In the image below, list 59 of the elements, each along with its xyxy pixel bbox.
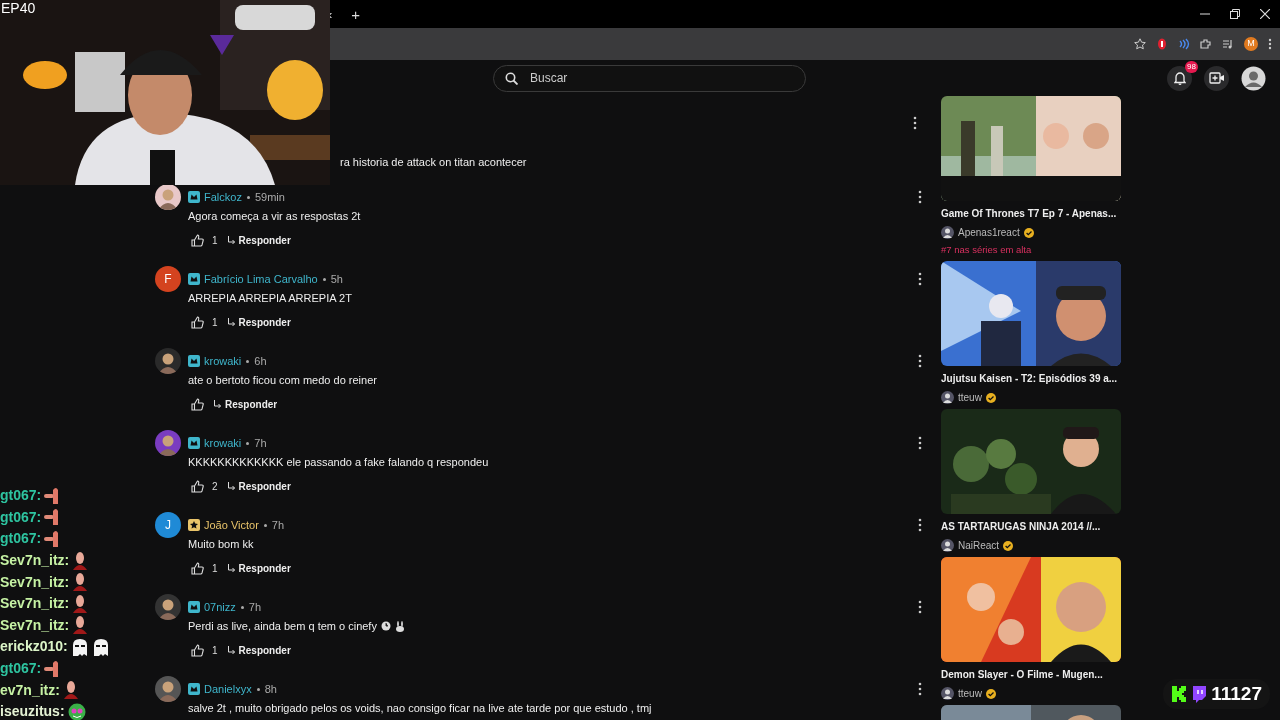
reply-button[interactable]: Responder [226, 479, 291, 494]
comment-time: 7h [271, 517, 285, 533]
chat-username: Sev7n_itz: [0, 615, 70, 635]
user-avatar: J [155, 512, 181, 538]
comment-text: ARREPIA ARREPIA ARREPIA 2T [188, 291, 352, 306]
viewer-count: 11127 [1211, 682, 1262, 706]
comment-time: 8h [264, 681, 277, 697]
comment-text: Muito bom kk [188, 537, 254, 552]
chat-username: Sev7n_itz: [0, 572, 70, 592]
like-count: 1 [212, 562, 218, 576]
user-avatar: F [155, 266, 181, 292]
chat-username: Sev7n_itz: [0, 594, 70, 614]
comment-time: 6h [254, 353, 267, 369]
comment-text: ate o bertoto ficou com medo do reiner [188, 373, 377, 388]
comment-time: 59min [254, 189, 285, 205]
username[interactable]: 07nizz [204, 598, 236, 616]
reply-button[interactable]: Responder [226, 643, 291, 658]
chat-username: Sev7n_itz: [0, 551, 70, 571]
chat-username: gt067: [0, 486, 42, 506]
video-title[interactable]: Demon Slayer - O Filme - Mugen... [941, 667, 1121, 683]
username[interactable]: Fabrício Lima Carvalho [204, 270, 318, 288]
like-count: 1 [212, 316, 218, 330]
like-count: 1 [212, 644, 218, 658]
username[interactable]: krowaki [204, 352, 242, 370]
channel-name[interactable]: tteuw [958, 686, 982, 702]
comment-text: salve 2t , muito obrigado pelos os voids, nao consigo ficar na live ate tarde por que estudo , tmj [188, 701, 652, 716]
like-count: 1 [212, 234, 218, 248]
chat-username: erickz010: [0, 637, 68, 657]
chat-username: gt067: [0, 507, 42, 527]
comment-time: 7h [254, 435, 267, 451]
video-title[interactable]: Jujutsu Kaisen - T2: Episódios 39 a... [941, 371, 1121, 387]
comment-time: 7h [248, 599, 262, 615]
like-count: 2 [212, 480, 218, 494]
video-title[interactable]: Game Of Thrones T7 Ep 7 - Apenas... [941, 206, 1121, 221]
channel-name[interactable]: NaiReact [958, 538, 1000, 554]
trending-label[interactable]: #7 nas séries em alta [941, 243, 1121, 258]
comment-text: ra historia de attack on titan acontecer [340, 154, 528, 170]
reply-button[interactable]: Responder [213, 397, 278, 412]
reply-button[interactable]: Responder [226, 315, 291, 330]
chat-username: iseuzitus: [0, 702, 65, 720]
chat-username: gt067: [0, 659, 42, 679]
username[interactable]: João Victor [204, 516, 259, 534]
username[interactable]: Falckoz [204, 188, 242, 206]
username[interactable]: Danielxyx [204, 680, 252, 698]
chat-username: gt067: [0, 529, 42, 549]
comment-text: Agora começa a vir as respostas 2t [188, 209, 361, 224]
comment-time: 5h [330, 271, 343, 287]
search-field[interactable]: Buscar [493, 64, 806, 92]
video-title[interactable]: AS TARTARUGAS NINJA 2014 //... [941, 519, 1121, 535]
username[interactable]: krowaki [204, 434, 242, 452]
channel-name[interactable]: Apenas1react [958, 225, 1020, 240]
reply-button[interactable]: Responder [226, 233, 291, 248]
reply-button[interactable]: Responder [226, 561, 291, 576]
chat-username: ev7n_itz: [0, 680, 60, 700]
comment-text: Perdi as live, ainda bem q tem o cinefy [188, 619, 377, 634]
comment-text: KKKKKKKKKKKKK ele passando a fake falando q respondeu [188, 455, 489, 470]
channel-name[interactable]: tteuw [958, 390, 982, 406]
new-tab-button[interactable]: + [348, 6, 364, 22]
notification-count: 98 [1185, 60, 1198, 73]
